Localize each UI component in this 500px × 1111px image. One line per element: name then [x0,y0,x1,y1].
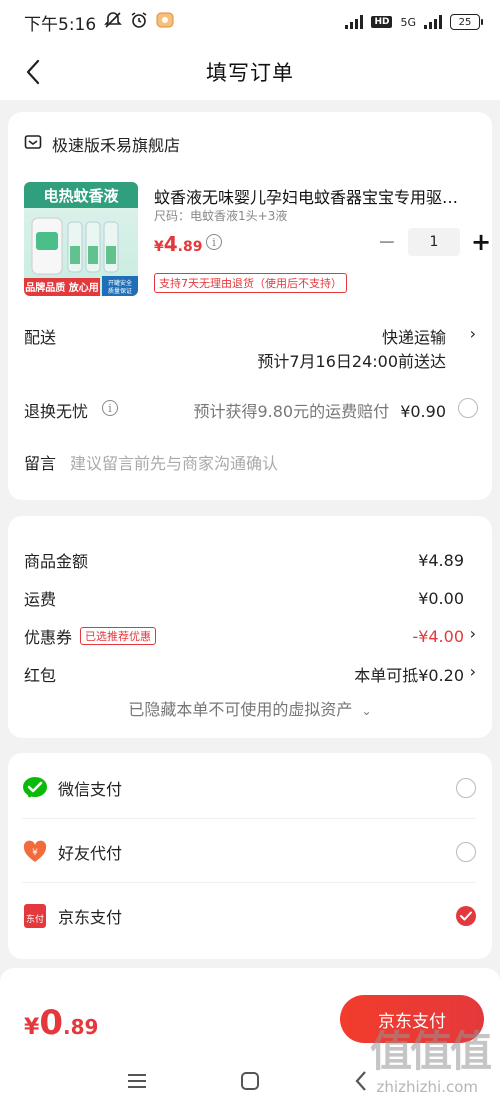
product-title[interactable]: 蚊香液无味婴儿孕妇电蚊香器宝宝专用驱… [154,184,476,208]
product-spec: 尺码：电蚊香液1头+3液 [154,209,288,223]
total-currency: ¥ [24,1015,40,1040]
shipping-value: ¥0.00 [418,588,464,608]
quantity-value[interactable]: 1 [408,228,460,256]
total-integer: 0 [39,1003,63,1043]
price-integer: 4 [163,232,178,256]
delivery-method[interactable]: 快递运输 [382,324,446,348]
payment-option-jd[interactable]: 东付 京东支付 [22,885,476,947]
status-left: 下午5:16 [24,10,174,35]
shop-row[interactable]: 极速版禾易旗舰店 [24,132,180,156]
goods-amount-label: 商品金额 [24,552,89,571]
back-button[interactable] [18,56,50,88]
price-currency: ¥ [154,239,164,255]
status-right: HD 5G 25 [345,14,483,30]
coupon-tag: 已选推荐优惠 [80,627,157,645]
product-price: ¥4.89 [154,232,202,256]
shipping-label: 运费 [24,590,57,609]
page-title: 填写订单 [206,61,294,85]
quantity-plus-button[interactable]: + [468,228,494,256]
worry-free-price: ¥0.90 [400,402,446,421]
coupon-chevron-icon[interactable]: › [470,624,476,643]
red-packet-label: 红包 [24,666,57,685]
shipping-row: 运费 ¥0.00 [24,586,464,610]
payment-option-label: 京东支付 [58,908,123,927]
total-price: ¥0.89 [24,1003,98,1043]
payment-option-friend[interactable]: ¥ 好友代付 [22,821,476,883]
shop-name: 极速版禾易旗舰店 [52,136,181,155]
quantity-stepper: − 1 + [374,228,494,256]
jd-pay-icon: 东付 [22,903,48,929]
coupon-label: 优惠券 [24,628,73,647]
payment-option-wechat[interactable]: 微信支付 [22,757,476,819]
battery-level: 25 [458,16,472,28]
wechat-pay-icon [22,775,48,801]
menu-icon[interactable] [126,1072,148,1094]
hd-badge: HD [371,16,393,28]
back-nav-icon[interactable] [354,1070,368,1096]
hidden-assets-toggle[interactable]: 已隐藏本单不可使用的虚拟资产 ⌄ [8,696,492,720]
total-decimal: .89 [62,1015,99,1039]
red-packet-chevron-icon[interactable]: › [470,662,476,681]
worry-free-label: 退换无忧 [24,402,89,421]
status-time: 下午5:16 [24,14,97,35]
payment-radio-wechat[interactable] [456,778,476,798]
quantity-minus-button[interactable]: − [374,228,400,256]
app-notification-icon [156,11,174,34]
chevron-down-icon: ⌄ [361,704,372,718]
mute-alarm-icon [104,11,123,34]
message-input[interactable]: 建议留言前先与商家沟通确认 [70,450,278,474]
battery-icon: 25 [450,14,483,30]
product-image[interactable]: 电热蚊香液 品牌品质 放心用 开罐安全 质量保证 [24,182,138,296]
price-summary-card: 商品金额 ¥4.89 运费 ¥0.00 优惠券 已选推荐优惠 -¥4.00 › … [8,516,492,738]
message-label: 留言 [24,454,57,473]
worry-free-desc: 预计获得9.80元的运费赔付 [193,402,390,421]
price-decimal: .89 [177,239,203,255]
info-icon[interactable]: i [206,234,222,250]
alarm-clock-icon [130,11,148,34]
red-packet-row[interactable]: 红包 本单可抵¥0.20 [24,662,464,686]
watermark-logo: 值值值 [369,1027,492,1076]
worry-free-radio[interactable] [458,398,478,418]
payment-option-label: 好友代付 [58,843,123,863]
return-policy-badge: 支持7天无理由退货（使用后不支持） [154,273,347,293]
payment-radio-friend[interactable] [456,842,476,862]
watermark-site: zhizhizhi.com [376,1078,478,1096]
goods-amount-value: ¥4.89 [418,550,464,570]
coupon-row[interactable]: 优惠券 已选推荐优惠 -¥4.00 [24,624,464,648]
home-icon[interactable] [240,1071,260,1095]
jd-pay-icon-text: 东付 [24,904,46,928]
coupon-value: -¥4.00 [412,626,464,646]
check-icon [460,911,472,921]
friend-pay-icon: ¥ [22,839,48,865]
network-type: 5G [400,15,416,29]
svg-text:¥: ¥ [32,848,38,858]
chevron-left-icon [26,59,40,85]
product-image-tag-1: 开罐安全 [108,279,132,287]
signal-icon-2 [424,15,442,29]
worry-free-info-icon[interactable]: i [102,400,118,416]
payment-option-label: 微信支付 [58,779,123,799]
delivery-chevron-icon[interactable]: › [470,324,476,343]
delivery-label: 配送 [24,328,57,347]
goods-amount-row: 商品金额 ¥4.89 [24,548,464,572]
order-item-card: 极速版禾易旗舰店 电热蚊香液 品牌品质 放心用 开罐安全 质量保证 蚊香液无味婴… [8,112,492,500]
shop-icon [24,133,42,155]
signal-icon [345,15,364,29]
delivery-eta: 预计7月16日24:00前送达 [257,352,446,371]
nav-bar: 填写订单 [0,44,500,100]
product-image-badge: 品牌品质 放心用 [25,281,98,294]
worry-free-detail: 预计获得9.80元的运费赔付 ¥0.90 [193,398,446,422]
product-image-title: 电热蚊香液 [43,187,119,205]
product-image-tag-2: 质量保证 [108,287,132,295]
hidden-assets-note: 已隐藏本单不可使用的虚拟资产 [128,700,353,719]
payment-radio-jd[interactable] [456,906,476,926]
payment-methods-card: 微信支付 ¥ 好友代付 东付 京东支付 [8,753,492,959]
red-packet-value: 本单可抵¥0.20 [354,666,464,685]
status-bar: 下午5:16 HD 5G 25 [0,0,500,44]
